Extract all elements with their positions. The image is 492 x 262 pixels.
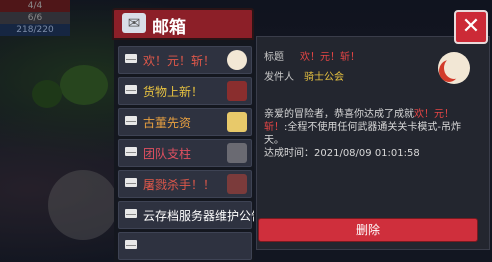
mail-list-item[interactable]: 古董先资 bbox=[118, 108, 252, 136]
envelope-icon bbox=[125, 85, 137, 94]
moon-thumbnail-icon bbox=[227, 50, 247, 70]
envelope-icon bbox=[125, 116, 137, 125]
mail-list-item[interactable]: 欢！元！斩！ bbox=[118, 46, 252, 74]
mail-body: 亲爱的冒险者，恭喜你达成了成就欢！元！斩！:全程不使用任何武器通关关卡模式-吊炸… bbox=[264, 108, 472, 160]
time-label: 达成时间： bbox=[264, 148, 314, 159]
mail-item-label: 欢！元！斩！ bbox=[143, 54, 216, 68]
title-label: 标题 bbox=[264, 52, 284, 63]
body-prefix: 亲爱的冒险者，恭喜你达成了成就 bbox=[264, 109, 414, 120]
mail-list[interactable]: 欢！元！斩！ 货物上新！ 古董先资团队支柱屠戮杀手！！ 云存档服务器维护公告 bbox=[114, 40, 254, 262]
sender-value: 骑士公会 bbox=[304, 72, 344, 83]
achievement-avatar bbox=[438, 52, 470, 84]
mail-list-item[interactable]: 团队支柱 bbox=[118, 139, 252, 167]
envelope-icon bbox=[125, 209, 137, 218]
envelope-icon bbox=[125, 147, 137, 156]
mailbox-header: ✉ 邮箱 bbox=[112, 8, 254, 40]
char-thumbnail-icon bbox=[227, 174, 247, 194]
box-thumbnail-icon bbox=[227, 81, 247, 101]
mail-item-label: 货物上新！ bbox=[143, 85, 204, 99]
body-suffix: :全程不使用任何武器通关关卡模式-吊炸天。 bbox=[264, 122, 461, 146]
sender-label: 发件人 bbox=[264, 72, 294, 83]
envelope-icon bbox=[125, 54, 137, 63]
mail-icon: ✉ bbox=[122, 13, 146, 33]
mail-item-label: 云存档服务器维护公告 bbox=[143, 209, 254, 223]
mail-list-item[interactable]: 云存档服务器维护公告 bbox=[118, 201, 254, 229]
time-value: 2021/08/09 01:01:58 bbox=[314, 148, 420, 159]
mail-list-item[interactable]: 屠戮杀手！！ bbox=[118, 170, 252, 198]
mail-list-item[interactable]: 货物上新！ bbox=[118, 77, 252, 105]
moon-icon bbox=[444, 57, 464, 79]
ticket-thumbnail-icon bbox=[227, 112, 247, 132]
title-value: 欢！元！斩！ bbox=[300, 52, 360, 63]
mailbox-title: 邮箱 bbox=[152, 18, 186, 38]
close-button[interactable]: ✕ bbox=[454, 10, 488, 44]
mail-list-item[interactable] bbox=[118, 232, 252, 260]
mail-item-label: 团队支柱 bbox=[143, 147, 192, 161]
envelope-icon bbox=[125, 240, 137, 249]
envelope-icon bbox=[125, 178, 137, 187]
delete-button[interactable]: 删除 bbox=[258, 218, 478, 242]
mail-item-label: 古董先资 bbox=[143, 116, 192, 130]
mail-item-label: 屠戮杀手！！ bbox=[143, 178, 216, 192]
hat-thumbnail-icon bbox=[227, 143, 247, 163]
